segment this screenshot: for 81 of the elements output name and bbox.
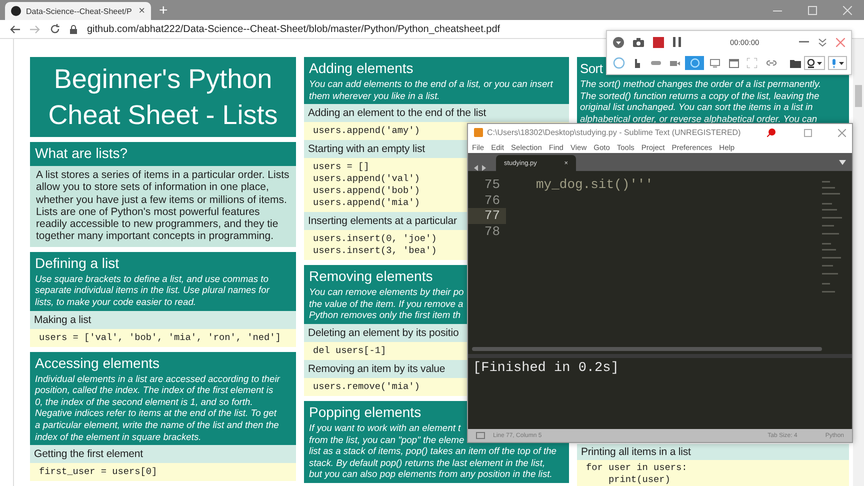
description-line: Individual elements in a list are accessed according to their bbox=[35, 372, 280, 384]
camera-icon[interactable] bbox=[633, 38, 644, 46]
microphone-icon bbox=[831, 58, 838, 68]
line-number: 77 bbox=[468, 208, 506, 224]
record-icon[interactable] bbox=[653, 36, 664, 48]
maximize-icon[interactable] bbox=[804, 128, 812, 136]
caret-icon bbox=[839, 62, 844, 64]
description-line: separate individual items in the list. Use plural names for bbox=[35, 284, 270, 296]
panel-icon[interactable] bbox=[476, 432, 485, 439]
webcam-icon bbox=[807, 58, 816, 68]
description-line: from the list, you can "pop" the eleme bbox=[309, 434, 464, 445]
section-title: Accessing elements bbox=[35, 354, 161, 373]
folder-icon[interactable] bbox=[790, 58, 802, 68]
section-title: What are lists? bbox=[35, 144, 129, 163]
mode-button[interactable] bbox=[726, 56, 742, 70]
description-line: them wherever you like in a list. bbox=[309, 90, 440, 101]
close-icon[interactable] bbox=[838, 128, 846, 136]
description-line: the value of the item. If you remove a bbox=[309, 298, 464, 309]
build-output: [Finished in 0.2s] bbox=[468, 354, 852, 429]
description-line: The sort() method changes the order of a list permanently. bbox=[580, 78, 822, 89]
app-icon bbox=[474, 128, 483, 137]
description-line: Negative indices refer to items at the end of the list. To get bbox=[35, 407, 276, 418]
section-title: Popping elements bbox=[309, 402, 422, 422]
minimize-icon[interactable] bbox=[799, 41, 809, 43]
dropdown-icon[interactable] bbox=[839, 160, 846, 164]
reload-icon[interactable] bbox=[50, 24, 60, 34]
code-block: for user in users: print(user) bbox=[577, 460, 849, 486]
dropdown-icon[interactable] bbox=[613, 36, 624, 48]
line-number: 76 bbox=[483, 192, 501, 208]
description-line: stack. By default pop() returns the last element in the list, bbox=[309, 456, 546, 468]
body-text: A list stores a series of items in a particular order. Lists allow you to store sets of information in one place, whether you have just a few items or millions of items. Lists are one of Python's most powerful features readily accessible to new programmers, and they tie together many important concepts in programming. bbox=[30, 166, 296, 247]
fullscreen-icon[interactable] bbox=[747, 58, 758, 68]
description-line: 0, the index of the second element is 1, and so forth. bbox=[35, 396, 253, 407]
pin-icon[interactable] bbox=[767, 128, 776, 137]
section-title: Removing elements bbox=[309, 267, 434, 286]
monitor-icon[interactable] bbox=[710, 58, 720, 68]
example-label: Making a list bbox=[30, 310, 296, 329]
description-line: list as a stack of items, pop() takes an item off the top of the bbox=[309, 445, 557, 456]
back-icon[interactable] bbox=[10, 24, 20, 34]
scrollbar[interactable] bbox=[853, 39, 864, 486]
window-icon[interactable] bbox=[728, 58, 739, 68]
section-title: Sort bbox=[580, 60, 603, 78]
horizontal-scrollbar[interactable] bbox=[472, 347, 822, 351]
section-title: Defining a list bbox=[35, 254, 120, 273]
tab-arrows-icon[interactable] bbox=[474, 165, 486, 171]
caret-icon bbox=[817, 62, 822, 64]
lock-icon bbox=[70, 24, 77, 34]
link-icon[interactable] bbox=[766, 60, 777, 66]
description-line: original list unchanged. You can sort the items in a list in bbox=[580, 101, 813, 112]
sheet-title: Beginner's Python Cheat Sheet - Lists bbox=[30, 57, 296, 137]
description-line: Python removes only the first item th bbox=[309, 309, 461, 320]
close-tab-button[interactable]: × bbox=[138, 6, 145, 16]
browser-tab[interactable]: Data-Science--Cheat-Sheet/P × bbox=[5, 2, 151, 20]
code-block: first_user = users[0] bbox=[30, 463, 296, 482]
description-line: a particular element, write the name of the list and then the bbox=[35, 418, 279, 430]
section-title: Adding elements bbox=[309, 59, 414, 78]
close-icon[interactable] bbox=[836, 38, 845, 46]
mode-button[interactable] bbox=[685, 56, 704, 70]
target-icon[interactable] bbox=[690, 58, 700, 68]
description-line: alphabetical order, or reverse alphabetical order. You can bbox=[580, 112, 818, 124]
description-line: position, called the index. The index of the first element is bbox=[35, 384, 274, 396]
webcam-dropdown[interactable] bbox=[804, 56, 826, 70]
microphone-dropdown[interactable] bbox=[828, 56, 848, 70]
description-line: index of the element in square brackets. bbox=[35, 430, 202, 442]
video-camera-icon[interactable] bbox=[670, 60, 680, 66]
description-line: but you can also pop elements from any position in the list. bbox=[309, 468, 552, 480]
line-number: 75 bbox=[483, 177, 501, 192]
description-line: Use square brackets to define a list, and use commas to bbox=[35, 272, 268, 284]
description-line: lists, to make your code easier to read. bbox=[35, 296, 196, 307]
address-bar[interactable]: github.com/abhat222/Data-Science--Cheat-Sheet/blob/master/Python/Python_cheatsheet.pdf bbox=[87, 24, 500, 34]
description-line: The sorted() function returns a copy of the list, leaving the bbox=[580, 90, 820, 101]
collapse-icon[interactable] bbox=[818, 38, 827, 46]
description-line: You can add elements to the end of a list, or you can insert bbox=[309, 78, 553, 89]
forward-icon[interactable] bbox=[30, 24, 40, 34]
description-line: You can remove elements by their po bbox=[309, 286, 464, 298]
code-block: users = ['val', 'bob', 'mia', 'ron', 'ned'] bbox=[30, 328, 296, 347]
description-line: If you want to work with an element t bbox=[309, 422, 461, 433]
example-label: Printing all items in a list bbox=[577, 444, 849, 460]
example-label: Adding an element to the end of the list bbox=[304, 104, 569, 122]
pause-icon[interactable] bbox=[673, 37, 681, 47]
example-label: Getting the first element bbox=[30, 445, 296, 464]
